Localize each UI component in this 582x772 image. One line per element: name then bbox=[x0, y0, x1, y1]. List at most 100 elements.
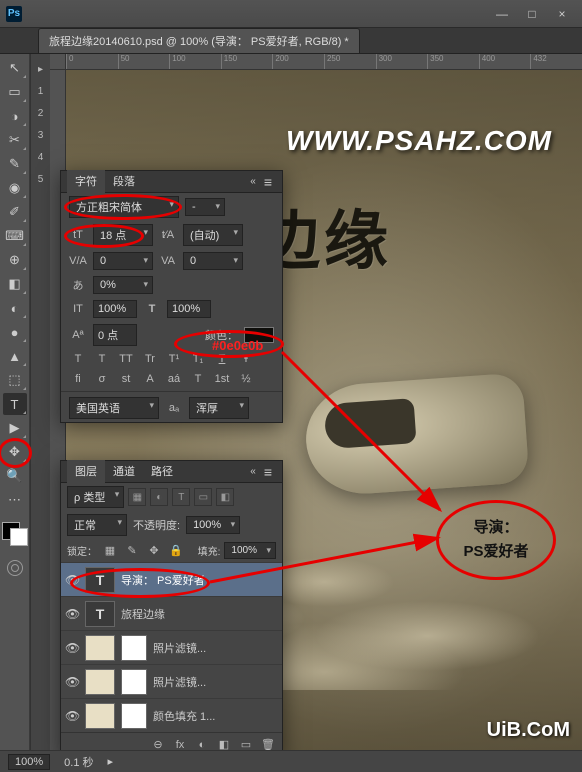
tool-pen[interactable]: ⬚ bbox=[3, 369, 27, 391]
tool-eyedropper[interactable]: ✎ bbox=[3, 153, 27, 175]
filter-type[interactable]: T bbox=[172, 488, 190, 506]
layer-mask-thumb[interactable] bbox=[121, 669, 147, 695]
lock-position[interactable]: ✎ bbox=[123, 543, 141, 559]
close-button[interactable]: × bbox=[548, 4, 576, 24]
blend-mode-select[interactable]: 正常 bbox=[67, 514, 127, 536]
small-caps[interactable]: Tr bbox=[141, 353, 159, 365]
layer-mask-thumb[interactable] bbox=[121, 703, 147, 729]
font-style-select[interactable]: - bbox=[185, 198, 225, 216]
visibility-toggle[interactable]: 👁 bbox=[65, 675, 79, 689]
status-bar: 100% 0.1 秒 ▸ bbox=[0, 750, 582, 772]
tool-dodge[interactable]: ▲ bbox=[3, 345, 27, 367]
all-caps[interactable]: TT bbox=[117, 353, 135, 365]
tab-layers[interactable]: 图层 bbox=[67, 460, 105, 484]
tool-type[interactable]: T bbox=[3, 393, 27, 415]
panel-collapse-icon[interactable]: « bbox=[246, 466, 260, 477]
tab-character[interactable]: 字符 bbox=[67, 170, 105, 194]
layer-name[interactable]: 照片滤镜... bbox=[153, 674, 206, 690]
tool-history-brush[interactable]: ⊕ bbox=[3, 249, 27, 271]
minimize-button[interactable]: — bbox=[488, 4, 516, 24]
document-tab[interactable]: 旅程边缘20140610.psd @ 100% (导演： PS爱好者, RGB/… bbox=[38, 28, 360, 53]
tool-lasso[interactable]: ◑ bbox=[3, 105, 27, 127]
background-swatch[interactable] bbox=[10, 528, 28, 546]
vscale-field[interactable]: 100% bbox=[93, 300, 137, 318]
language-select[interactable]: 美国英语 bbox=[69, 397, 159, 419]
fill-field[interactable]: 100% bbox=[224, 542, 276, 559]
tool-zoom[interactable]: 🔍 bbox=[3, 465, 27, 487]
ot-ligatures[interactable]: fi bbox=[69, 373, 87, 385]
faux-bold[interactable]: T bbox=[69, 353, 87, 365]
antialias-select[interactable]: 浑厚 bbox=[189, 397, 249, 419]
ot-titling[interactable]: T bbox=[189, 373, 207, 385]
visibility-toggle[interactable]: 👁 bbox=[65, 607, 79, 621]
ot-swash[interactable]: A bbox=[141, 373, 159, 385]
visibility-toggle[interactable]: 👁 bbox=[65, 641, 79, 655]
panel-collapse-icon[interactable]: « bbox=[246, 176, 260, 187]
filter-adjust[interactable]: ◐ bbox=[150, 488, 168, 506]
ot-stylistic[interactable]: aá bbox=[165, 373, 183, 385]
horizontal-ruler[interactable]: 050100150200250300350400432 bbox=[66, 54, 582, 70]
baseline-field[interactable]: 0 点 bbox=[93, 324, 137, 346]
superscript[interactable]: T¹ bbox=[165, 353, 183, 365]
opacity-field[interactable]: 100% bbox=[186, 516, 240, 534]
quick-mask-toggle[interactable] bbox=[7, 560, 23, 576]
layer-fx-icon[interactable]: fx bbox=[172, 739, 188, 751]
collapsed-panel-strip: ▸ 1 2 3 4 5 bbox=[30, 54, 50, 750]
filter-shape[interactable]: ▭ bbox=[194, 488, 212, 506]
tool-path-select[interactable]: ▶ bbox=[3, 417, 27, 439]
maximize-button[interactable]: □ bbox=[518, 4, 546, 24]
faux-italic[interactable]: T bbox=[93, 353, 111, 365]
ot-ordinals[interactable]: 1st bbox=[213, 373, 231, 385]
kerning-field[interactable]: 0 bbox=[93, 252, 153, 270]
layer-filter-kind[interactable]: ρ 类型 bbox=[67, 486, 124, 508]
layer-thumb bbox=[85, 669, 115, 695]
scale-field[interactable]: 0% bbox=[93, 276, 153, 294]
hscale-field[interactable]: 100% bbox=[167, 300, 211, 318]
filter-smart[interactable]: ◧ bbox=[216, 488, 234, 506]
status-chevron-icon[interactable]: ▸ bbox=[108, 755, 114, 768]
tool-more[interactable]: ⋯ bbox=[3, 489, 27, 511]
opacity-label: 不透明度: bbox=[133, 517, 180, 533]
scale-icon: あ bbox=[69, 277, 87, 293]
zoom-field[interactable]: 100% bbox=[8, 754, 50, 770]
tool-stamp[interactable]: ⌨ bbox=[3, 225, 27, 247]
lock-all[interactable]: 🔒 bbox=[167, 543, 185, 559]
lock-move[interactable]: ✥ bbox=[145, 543, 163, 559]
tab-paragraph[interactable]: 段落 bbox=[105, 170, 143, 194]
tool-brush[interactable]: ✐ bbox=[3, 201, 27, 223]
leading-field[interactable]: (自动) bbox=[183, 224, 243, 246]
visibility-toggle[interactable]: 👁 bbox=[65, 709, 79, 723]
layer-name[interactable]: 旅程边缘 bbox=[121, 606, 165, 622]
lock-label: 锁定： bbox=[67, 543, 97, 558]
lock-pixels[interactable]: ▦ bbox=[101, 543, 119, 559]
layer-mask-thumb[interactable] bbox=[121, 635, 147, 661]
panel-menu-icon[interactable]: ≡ bbox=[260, 174, 276, 190]
tool-marquee[interactable]: ▭ bbox=[3, 81, 27, 103]
ot-contextual[interactable]: σ bbox=[93, 373, 111, 385]
tool-blur[interactable]: ● bbox=[3, 321, 27, 343]
tab-channels[interactable]: 通道 bbox=[105, 460, 143, 484]
layer-name[interactable]: 颜色填充 1... bbox=[153, 708, 215, 724]
tab-paths[interactable]: 路径 bbox=[143, 460, 181, 484]
tool-heal[interactable]: ◉ bbox=[3, 177, 27, 199]
annotation-director-value: PS爱好者 bbox=[463, 540, 528, 564]
filter-pixel[interactable]: ▦ bbox=[128, 488, 146, 506]
ruler-origin[interactable] bbox=[50, 54, 66, 70]
panel-menu-icon[interactable]: ≡ bbox=[260, 464, 276, 480]
tool-move[interactable]: ↖ bbox=[3, 57, 27, 79]
layer-name[interactable]: 照片滤镜... bbox=[153, 640, 206, 656]
kerning-icon: V/A bbox=[69, 253, 87, 269]
tracking-field[interactable]: 0 bbox=[183, 252, 243, 270]
layer-item[interactable]: 👁 T 旅程边缘 bbox=[61, 596, 282, 630]
collapsed-panel-icon[interactable]: ▸ bbox=[33, 60, 49, 78]
tool-gradient[interactable]: ◐ bbox=[3, 297, 27, 319]
tool-crop[interactable]: ✂ bbox=[3, 129, 27, 151]
layer-item[interactable]: 👁 照片滤镜... bbox=[61, 630, 282, 664]
layer-item[interactable]: 👁 颜色填充 1... bbox=[61, 698, 282, 732]
fill-label: 填充: bbox=[198, 543, 221, 558]
tool-eraser[interactable]: ◧ bbox=[3, 273, 27, 295]
ot-discretionary[interactable]: st bbox=[117, 373, 135, 385]
ot-fractions[interactable]: ½ bbox=[237, 373, 255, 385]
add-mask-icon[interactable]: ◐ bbox=[194, 739, 210, 751]
layer-item[interactable]: 👁 照片滤镜... bbox=[61, 664, 282, 698]
